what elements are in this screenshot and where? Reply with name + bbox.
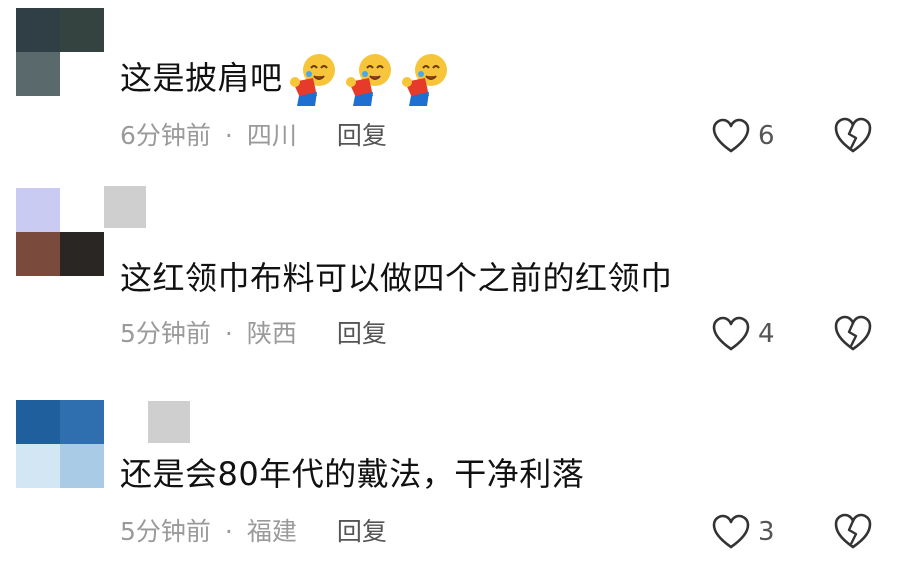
comment-item: 这是披肩吧 6分钟前 · 四川 回复 6: [0, 0, 924, 180]
avatar-pixel: [16, 8, 60, 52]
crying-laughing-emoji-icon: [401, 54, 447, 106]
avatar-pixel: [60, 444, 104, 488]
avatar-pixel: [60, 232, 104, 276]
comment-text: 还是会80年代的戴法，干净利落: [120, 455, 585, 493]
like-button[interactable]: 6: [712, 116, 775, 156]
separator-dot: ·: [224, 121, 233, 150]
heart-icon: [712, 514, 750, 549]
like-button[interactable]: 4: [712, 314, 775, 354]
location: 四川: [246, 121, 297, 150]
comment-item: 这红领巾布料可以做四个之前的红领巾 5分钟前 · 陕西 回复 4: [0, 180, 924, 375]
avatar[interactable]: [16, 188, 104, 276]
separator-dot: ·: [224, 517, 233, 546]
avatar-pixel: [16, 52, 60, 96]
avatar-pixel: [16, 400, 60, 444]
avatar-pixel: [16, 188, 60, 232]
like-count: 4: [758, 319, 775, 349]
crying-laughing-emoji-icon: [289, 54, 335, 106]
timestamp: 6分钟前: [120, 121, 211, 150]
avatar-pixel: [60, 52, 104, 96]
username-placeholder: [104, 186, 146, 228]
crying-laughing-emoji-icon: [345, 54, 391, 106]
broken-heart-icon[interactable]: [834, 116, 872, 156]
comment-text: 这红领巾布料可以做四个之前的红领巾: [120, 259, 673, 297]
comment-text-content: 这是披肩吧: [120, 59, 283, 97]
separator-dot: ·: [224, 319, 233, 348]
timestamp: 5分钟前: [120, 319, 211, 348]
comment-item: 还是会80年代的戴法，干净利落 5分钟前 · 福建 回复 3: [0, 375, 924, 562]
emoji-group: [287, 52, 455, 108]
like-button[interactable]: 3: [712, 512, 775, 552]
avatar-pixel: [16, 444, 60, 488]
comment-meta: 6分钟前 · 四川 回复: [120, 121, 387, 151]
broken-heart-icon[interactable]: [834, 512, 872, 552]
heart-icon: [712, 316, 750, 351]
like-count: 3: [758, 517, 775, 547]
timestamp: 5分钟前: [120, 517, 211, 546]
reply-button[interactable]: 回复: [337, 319, 387, 348]
comment-meta: 5分钟前 · 福建 回复: [120, 517, 387, 547]
location: 陕西: [246, 319, 297, 348]
like-count: 6: [758, 121, 775, 151]
heart-icon: [712, 118, 750, 153]
reply-button[interactable]: 回复: [337, 517, 387, 546]
username-placeholder: [148, 401, 190, 443]
reply-button[interactable]: 回复: [337, 121, 387, 150]
avatar[interactable]: [16, 400, 104, 488]
avatar[interactable]: [16, 8, 104, 96]
avatar-pixel: [16, 232, 60, 276]
comment-text: 这是披肩吧: [120, 52, 455, 108]
avatar-pixel: [60, 188, 104, 232]
comment-meta: 5分钟前 · 陕西 回复: [120, 319, 387, 349]
avatar-pixel: [60, 8, 104, 52]
location: 福建: [246, 517, 297, 546]
avatar-pixel: [60, 400, 104, 444]
broken-heart-icon[interactable]: [834, 314, 872, 354]
